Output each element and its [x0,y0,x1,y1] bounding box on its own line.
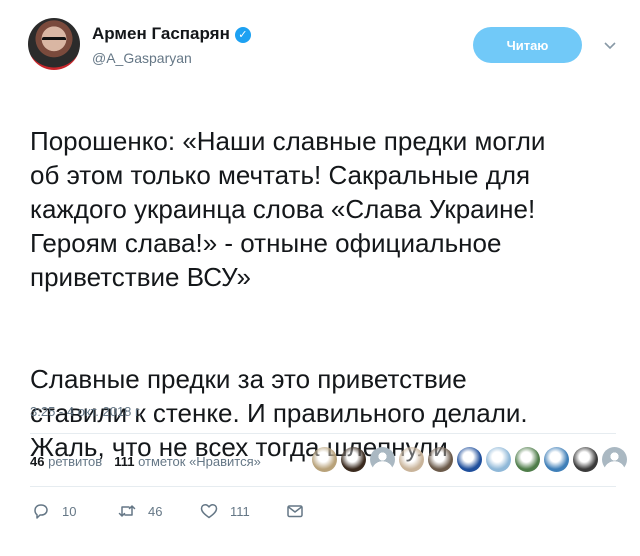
author-avatar[interactable] [28,18,80,70]
likes-stat[interactable]: 111 отметок «Нравится» [114,454,261,469]
liker-avatar-placeholder[interactable] [370,447,395,472]
liker-avatar[interactable] [312,447,337,472]
divider [30,433,616,434]
liker-avatar[interactable] [428,447,453,472]
retweets-label: ретвитов [48,454,103,469]
like-button[interactable]: 111 [200,500,250,522]
direct-message-button[interactable] [286,500,316,522]
retweet-button[interactable]: 46 [118,500,162,522]
likes-label: отметок «Нравится» [138,454,261,469]
author-name-text[interactable]: Армен Гаспарян [92,24,230,43]
liker-avatar[interactable] [341,447,366,472]
tweet-paragraph: Порошенко: «Наши славные предки могли об… [30,126,546,292]
reply-count: 10 [62,503,77,519]
tweet-actions: 10 46 111 [30,500,430,522]
retweets-stat[interactable]: 46 ретвитов [30,454,102,469]
like-count: 111 [230,503,250,519]
verified-badge-icon: ✓ [234,27,251,43]
likes-count: 111 [114,454,135,469]
reply-button[interactable]: 10 [32,500,76,522]
divider [30,486,616,487]
author-handle[interactable]: @A_Gasparyan [92,50,192,66]
liker-avatar[interactable] [515,447,540,472]
author-name[interactable]: Армен Гаспарян ✓ [92,24,251,44]
tweet-text: Порошенко: «Наши славные предки могли об… [30,90,610,498]
likers-avatars [312,447,627,473]
liker-avatar[interactable] [457,447,482,472]
liker-avatar-placeholder[interactable] [602,447,627,472]
liker-avatar[interactable] [399,447,424,472]
retweet-count: 46 [148,503,163,519]
retweets-count: 46 [30,454,45,469]
retweet-icon [118,505,136,517]
envelope-icon [287,505,303,518]
liker-avatar[interactable] [573,447,598,472]
tweet-stats: 46 ретвитов 111 отметок «Нравится» [30,454,261,469]
heart-icon [200,503,218,519]
follow-button[interactable]: Читаю [473,27,582,63]
liker-avatar[interactable] [544,447,569,472]
reply-icon [34,504,48,519]
liker-avatar[interactable] [486,447,511,472]
tweet-header: Армен Гаспарян ✓ @A_Gasparyan Читаю [28,18,628,74]
tweet-timestamp[interactable]: 3:25 - 4 окт. 2018 г. [30,404,142,419]
chevron-down-icon[interactable] [603,38,617,52]
